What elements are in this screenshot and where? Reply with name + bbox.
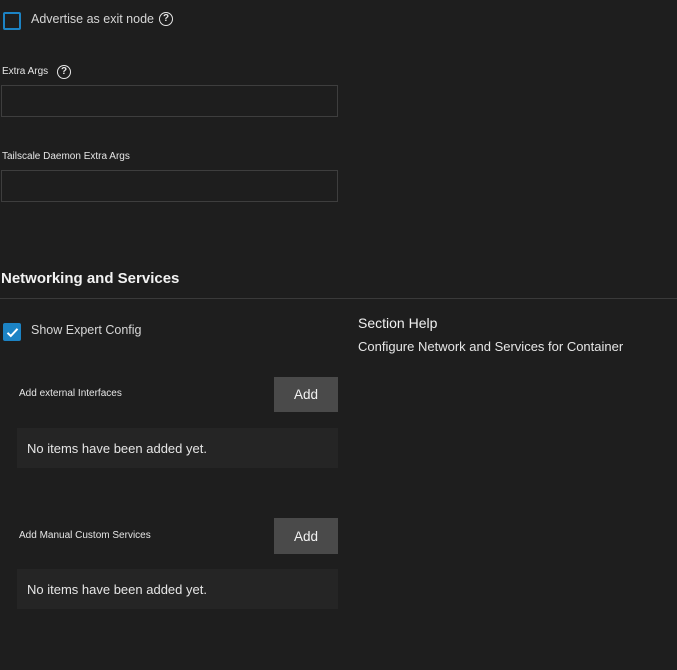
expert-config-checkbox[interactable]: [3, 323, 21, 341]
section-title: Networking and Services: [1, 270, 180, 287]
expert-config-label: Show Expert Config: [31, 323, 142, 337]
custom-services-label: Add Manual Custom Services: [19, 530, 151, 541]
add-external-interface-button[interactable]: Add: [274, 377, 338, 412]
custom-services-empty: No items have been added yet.: [17, 569, 338, 609]
daemon-args-label: Tailscale Daemon Extra Args: [2, 151, 130, 162]
app-form: Advertise as exit node ? Extra Args ? Ta…: [0, 0, 677, 670]
extra-args-label: Extra Args: [2, 66, 49, 77]
section-help-text: Configure Network and Services for Conta…: [358, 339, 624, 354]
exit-node-label: Advertise as exit node: [31, 12, 154, 26]
section-divider: [0, 298, 677, 299]
question-circle-icon[interactable]: ?: [57, 65, 71, 79]
question-circle-icon[interactable]: ?: [159, 12, 173, 26]
exit-node-checkbox[interactable]: [3, 12, 21, 30]
extra-args-input[interactable]: [1, 85, 338, 117]
checkmark-icon: [6, 327, 18, 337]
section-help-title: Section Help: [358, 315, 438, 331]
daemon-args-input[interactable]: [1, 170, 338, 202]
external-interfaces-empty: No items have been added yet.: [17, 428, 338, 468]
external-interfaces-label: Add external Interfaces: [19, 388, 122, 399]
add-custom-service-button[interactable]: Add: [274, 518, 338, 554]
